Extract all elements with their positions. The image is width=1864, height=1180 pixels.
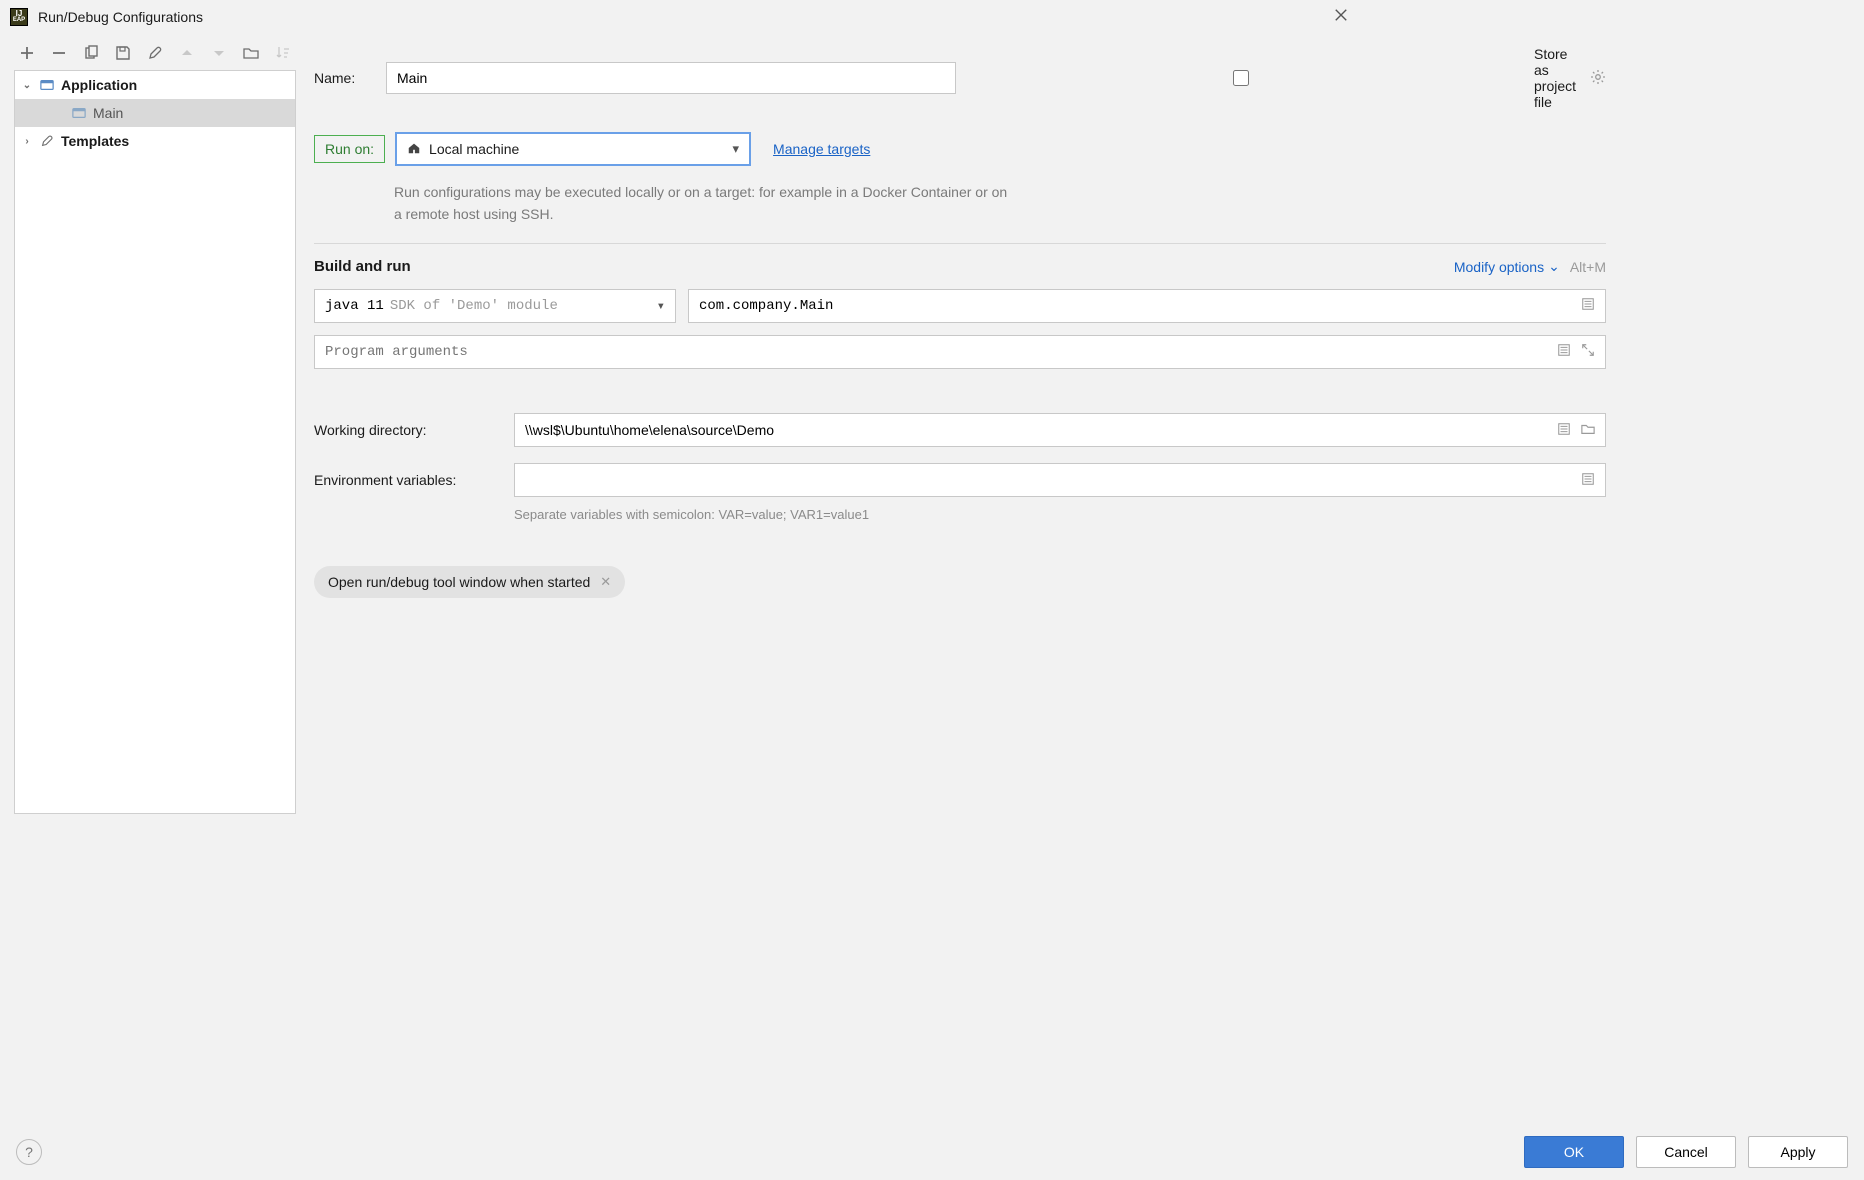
ok-button[interactable]: OK — [1524, 1136, 1624, 1168]
cancel-button[interactable]: Cancel — [1636, 1136, 1736, 1168]
manage-targets-link[interactable]: Manage targets — [773, 141, 870, 157]
wrench-icon — [39, 133, 55, 149]
config-tree: ⌄ Application Main › Templates — [14, 70, 296, 814]
chevron-down-icon: ⌄ — [1548, 258, 1560, 275]
sort-button — [274, 44, 292, 62]
caret-down-icon: ▾ — [733, 141, 740, 157]
modify-options-link[interactable]: Modify options ⌄ — [1454, 258, 1560, 275]
edit-templates-button[interactable] — [146, 44, 164, 62]
help-button[interactable]: ? — [16, 1139, 42, 1165]
dialog-footer: ? OK Cancel Apply — [0, 1124, 1864, 1180]
tree-node-main[interactable]: Main — [15, 99, 295, 127]
name-label: Name: — [314, 70, 386, 86]
folder-icon[interactable] — [1581, 422, 1595, 439]
titlebar: IJEAP Run/Debug Configurations — [0, 0, 1366, 34]
workdir-label: Working directory: — [314, 422, 514, 438]
caret-down-icon: ▾ — [657, 298, 665, 315]
chip-label: Open run/debug tool window when started — [328, 574, 590, 590]
chevron-down-icon: ⌄ — [21, 80, 33, 91]
move-up-button — [178, 44, 196, 62]
copy-config-button[interactable] — [82, 44, 100, 62]
env-input[interactable] — [525, 472, 1581, 488]
store-checkbox[interactable] — [956, 70, 1526, 86]
build-run-title: Build and run — [314, 258, 411, 275]
run-on-label: Run on: — [314, 135, 385, 163]
tree-node-templates[interactable]: › Templates — [15, 127, 295, 155]
env-hint: Separate variables with semicolon: VAR=v… — [514, 507, 1606, 522]
jdk-select[interactable]: java 11 SDK of 'Demo' module ▾ — [314, 289, 676, 323]
save-config-button[interactable] — [114, 44, 132, 62]
workdir-input[interactable] — [525, 422, 1557, 438]
env-label: Environment variables: — [314, 472, 514, 488]
run-on-select[interactable]: Local machine ▾ — [395, 132, 751, 166]
name-input[interactable] — [386, 62, 956, 94]
run-on-hint: Run configurations may be executed local… — [394, 182, 1014, 225]
sidebar-toolbar — [14, 40, 296, 70]
application-icon — [71, 105, 87, 121]
open-tool-window-chip[interactable]: Open run/debug tool window when started … — [314, 566, 625, 598]
tree-label: Main — [93, 105, 123, 121]
modify-shortcut: Alt+M — [1570, 259, 1606, 275]
remove-config-button[interactable] — [50, 44, 68, 62]
program-args-input[interactable] — [325, 344, 1557, 360]
list-icon[interactable] — [1557, 343, 1571, 362]
home-icon — [407, 141, 421, 158]
config-form: Name: Store as project file Run on: Loca… — [296, 34, 1622, 814]
tree-label: Application — [61, 77, 137, 93]
close-icon[interactable]: ✕ — [600, 574, 611, 590]
gear-icon[interactable] — [1590, 69, 1606, 88]
tree-label: Templates — [61, 133, 129, 149]
close-button[interactable] — [1326, 4, 1356, 31]
tree-node-application[interactable]: ⌄ Application — [15, 71, 295, 99]
move-down-button — [210, 44, 228, 62]
add-config-button[interactable] — [18, 44, 36, 62]
application-icon — [39, 77, 55, 93]
list-icon[interactable] — [1581, 472, 1595, 489]
modify-options-label: Modify options — [1454, 259, 1544, 275]
store-label: Store as project file — [1534, 46, 1584, 110]
divider — [314, 243, 1606, 244]
main-class-input[interactable] — [699, 298, 1581, 314]
list-icon[interactable] — [1581, 297, 1595, 316]
list-icon[interactable] — [1557, 422, 1571, 439]
folder-button[interactable] — [242, 44, 260, 62]
run-on-value: Local machine — [429, 141, 519, 157]
window-title: Run/Debug Configurations — [38, 9, 203, 25]
expand-icon[interactable] — [1581, 343, 1595, 362]
jdk-name: java 11 — [325, 298, 384, 314]
intellij-eap-icon: IJEAP — [10, 8, 28, 26]
sidebar: ⌄ Application Main › Templates — [0, 34, 296, 814]
chevron-right-icon: › — [21, 136, 33, 147]
apply-button[interactable]: Apply — [1748, 1136, 1848, 1168]
store-as-project-file[interactable]: Store as project file — [956, 46, 1584, 110]
jdk-hint: SDK of 'Demo' module — [390, 298, 558, 314]
